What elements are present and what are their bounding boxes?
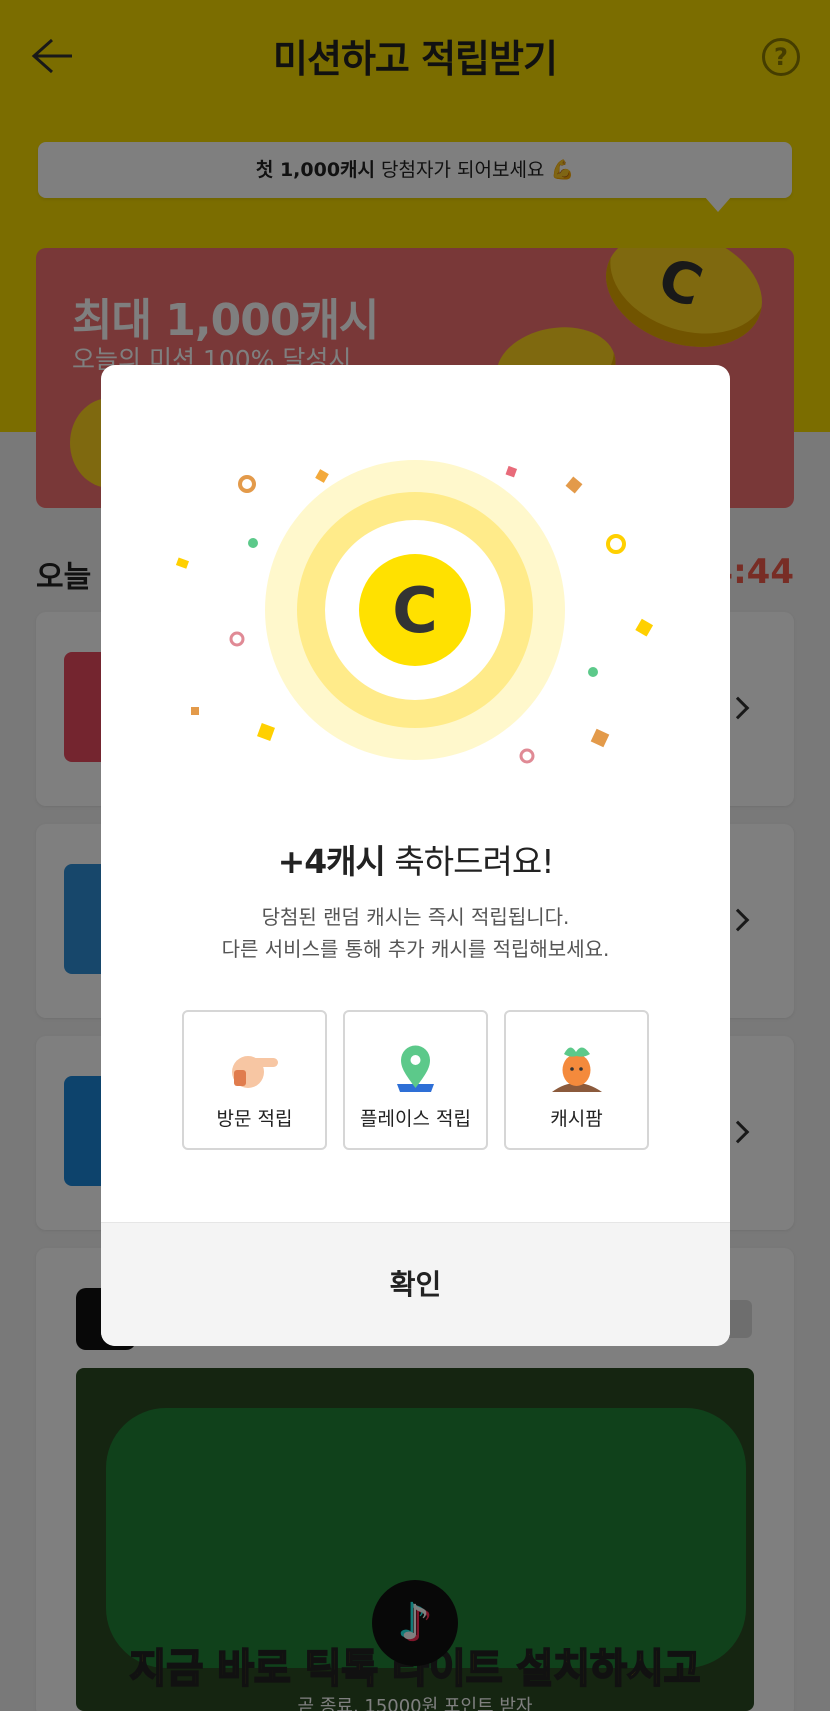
place-reward-button[interactable]: 플레이스 적립 [343, 1010, 488, 1150]
reward-description: 당첨된 랜덤 캐시는 즉시 적립됩니다. 다른 서비스를 통해 추가 캐시를 적… [101, 901, 730, 965]
reward-amount: +4캐시 [277, 842, 386, 881]
confirm-button[interactable]: 확인 [101, 1223, 730, 1346]
reward-heading: +4캐시 축하드려요! [101, 835, 730, 883]
reward-modal: C +4캐시 축하드려요! 당첨된 랜덤 캐시는 즉시 적립됩니다. 다른 서비… [101, 365, 730, 1346]
reward-desc-line: 당첨된 랜덤 캐시는 즉시 적립됩니다. [261, 905, 570, 929]
cash-farm-button[interactable]: 캐시팜 [504, 1010, 649, 1150]
visit-reward-label: 방문 적립 [216, 1108, 293, 1130]
coin-celebration-icon: C [175, 460, 654, 764]
map-pin-icon [397, 1045, 434, 1092]
reward-desc-line: 다른 서비스를 통해 추가 캐시를 적립해보세요. [221, 937, 610, 961]
cash-farm-label: 캐시팜 [550, 1108, 603, 1130]
visit-reward-button[interactable]: 방문 적립 [182, 1010, 327, 1150]
modal-footer: 확인 [101, 1222, 730, 1346]
coin-letter: C [392, 574, 438, 647]
pointing-hand-icon [232, 1056, 278, 1088]
place-reward-label: 플레이스 적립 [360, 1108, 471, 1130]
carrot-icon [552, 1047, 602, 1092]
reward-congrats: 축하드려요! [384, 842, 554, 881]
